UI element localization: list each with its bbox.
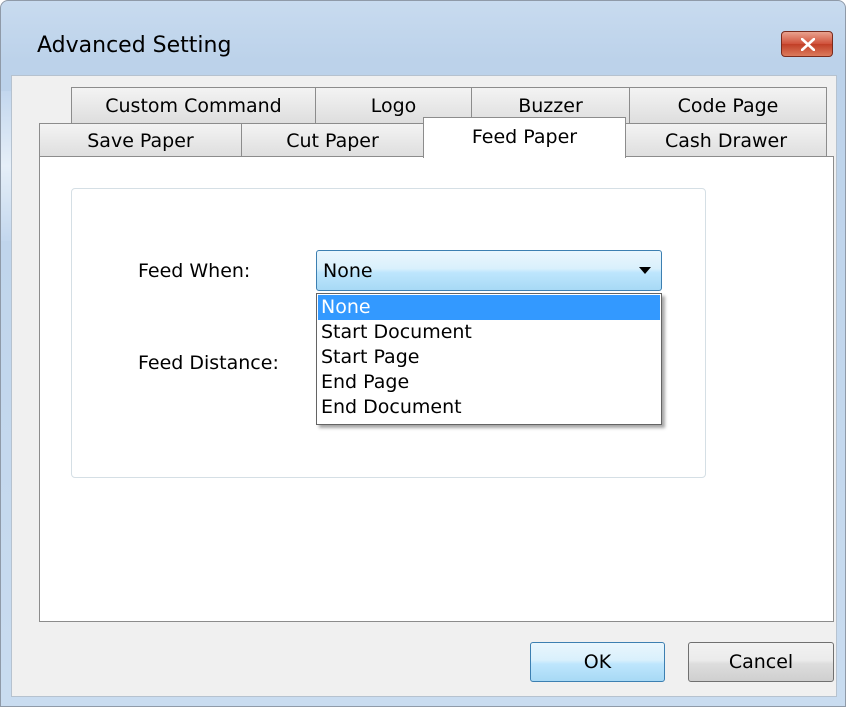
option-none[interactable]: None xyxy=(318,295,660,320)
feed-distance-label: Feed Distance: xyxy=(138,352,279,374)
close-icon xyxy=(801,38,815,51)
option-start-document[interactable]: Start Document xyxy=(318,320,660,345)
tab-save-paper[interactable]: Save Paper xyxy=(39,123,242,157)
tab-label: Code Page xyxy=(677,94,779,117)
tab-label: Buzzer xyxy=(518,94,583,117)
tab-code-page[interactable]: Code Page xyxy=(629,87,827,123)
feed-when-label: Feed When: xyxy=(138,260,251,282)
tab-label: Cash Drawer xyxy=(664,129,787,152)
feed-when-select[interactable]: None xyxy=(316,250,662,291)
window-edge xyxy=(1,91,11,241)
tab-cut-paper[interactable]: Cut Paper xyxy=(241,123,424,157)
ok-button[interactable]: OK xyxy=(530,642,665,682)
feed-when-dropdown-list: None Start Document Start Page End Page … xyxy=(316,293,662,425)
feed-when-value: None xyxy=(323,260,373,282)
option-start-page[interactable]: Start Page xyxy=(318,345,660,370)
option-end-page[interactable]: End Page xyxy=(318,370,660,395)
option-end-document[interactable]: End Document xyxy=(318,395,660,420)
window-title: Advanced Setting xyxy=(37,33,232,58)
cancel-button[interactable]: Cancel xyxy=(688,642,834,682)
dialog-window: Advanced Setting Custom Command Logo Buz… xyxy=(0,0,846,707)
tab-label: Custom Command xyxy=(105,94,282,117)
tab-feed-paper[interactable]: Feed Paper xyxy=(423,117,626,158)
tab-label: Logo xyxy=(370,94,417,117)
tab-label: Save Paper xyxy=(87,129,194,152)
cancel-button-label: Cancel xyxy=(728,651,794,673)
close-button[interactable] xyxy=(781,31,833,57)
ok-button-label: OK xyxy=(583,651,612,673)
tab-custom-command[interactable]: Custom Command xyxy=(71,87,316,123)
tab-label: Cut Paper xyxy=(286,129,379,152)
chevron-down-icon[interactable] xyxy=(639,267,651,275)
tab-label: Feed Paper xyxy=(471,126,578,148)
tab-cash-drawer[interactable]: Cash Drawer xyxy=(625,123,827,157)
